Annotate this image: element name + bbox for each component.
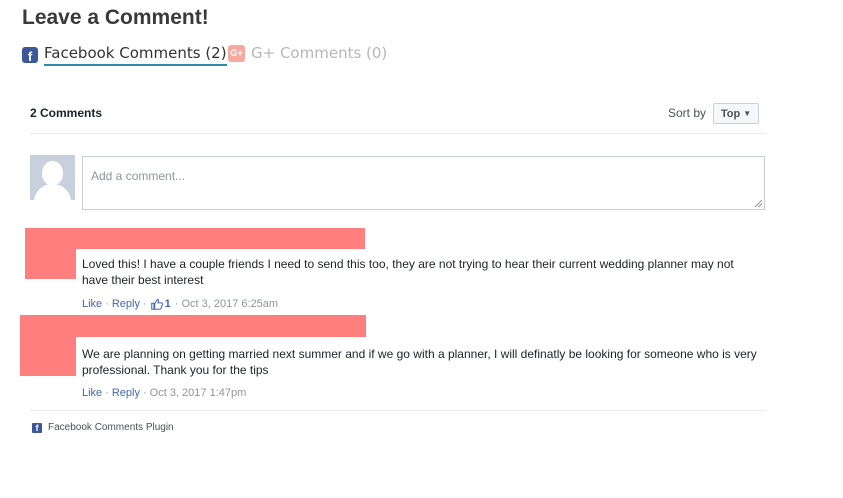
separator: · [105,298,109,310]
page-heading: Leave a Comment! [22,6,209,29]
tab-gplus-label: G+ Comments (0) [251,44,388,62]
separator: · [105,387,109,399]
comment-text: Loved this! I have a couple friends I ne… [82,257,734,287]
sort-by-label: Sort by [668,106,707,120]
comment-text: We are planning on getting married next … [82,347,757,377]
facebook-icon: f [32,422,42,433]
comment-timestamp[interactable]: Oct 3, 2017 6:25am [181,298,278,310]
resize-handle-icon[interactable] [755,200,762,207]
google-plus-icon: G+ [228,44,245,62]
comment-actions: Like · Reply · Oct 3, 2017 1:47pm [82,387,246,399]
comment-timestamp[interactable]: Oct 3, 2017 1:47pm [150,387,247,399]
divider [30,410,766,411]
avatar-head [42,161,63,185]
like-link[interactable]: Like [82,387,102,399]
separator: · [142,387,147,399]
facebook-comments-plugin-link[interactable]: f Facebook Comments Plugin [32,422,174,433]
sort-dropdown[interactable]: Top ▼ [713,103,759,124]
comment-input[interactable]: Add a comment... [82,156,765,210]
like-link[interactable]: Like [82,298,102,310]
separator: · [142,298,147,310]
avatar-shoulders [34,184,71,200]
facebook-icon: f [22,47,38,63]
comment-input-placeholder: Add a comment... [91,169,186,183]
tab-facebook-label: Facebook Comments (2) [44,44,227,66]
plugin-label: Facebook Comments Plugin [48,422,174,433]
tab-gplus-comments[interactable]: G+ G+ Comments (0) [228,44,387,62]
divider [30,133,766,134]
redacted-name [20,315,366,337]
redacted-avatar [25,249,76,279]
separator: · [174,298,179,310]
redacted-name [25,228,365,249]
comment-actions: Like · Reply · 1 · Oct 3, 2017 6:25am [82,298,278,310]
reply-link[interactable]: Reply [112,387,140,399]
reply-link[interactable]: Reply [112,298,140,310]
comment-count: 2 Comments [30,106,103,120]
caret-down-icon: ▼ [743,109,752,118]
thumbs-up-icon [150,298,163,310]
like-count: 1 [164,298,171,310]
sort-value: Top [720,107,741,120]
avatar [30,155,75,200]
tab-facebook-comments[interactable]: f Facebook Comments (2) [22,44,227,66]
redacted-avatar [20,337,76,376]
